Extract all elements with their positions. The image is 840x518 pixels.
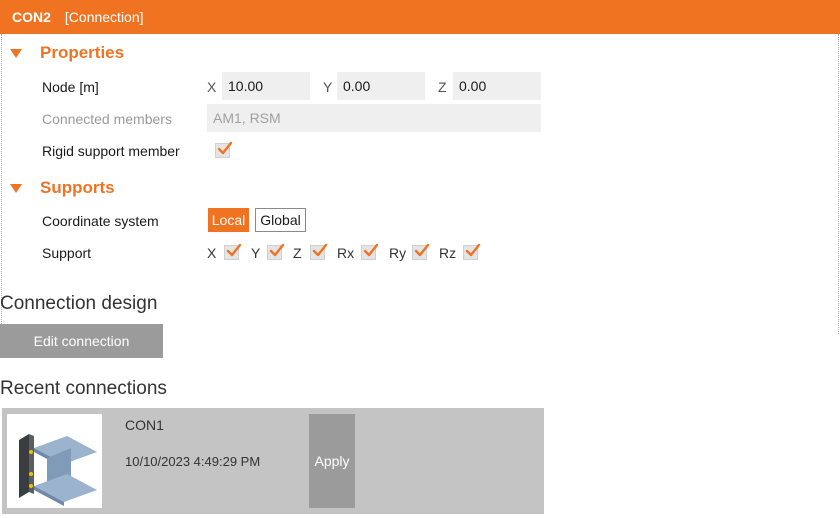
recent-connection-item[interactable]: CON1 10/10/2023 4:49:29 PM Apply [2,408,544,514]
rigid-support-label: Rigid support member [42,143,180,159]
connected-members-label: Connected members [42,111,172,127]
node-z-label: Z [438,79,447,95]
checkmark-icon [465,243,481,257]
node-x-label: X [207,79,217,95]
support-ry-checkbox[interactable] [412,243,430,260]
support-x-checkbox[interactable] [224,243,242,260]
support-y-label: Y [251,245,261,261]
recent-connection-date: 10/10/2023 4:49:29 PM [125,454,261,469]
node-y-label: Y [323,79,333,95]
checkmark-icon [414,243,430,257]
support-label: Support [42,245,92,261]
support-x-label: X [207,245,217,261]
checkmark-icon [312,243,328,257]
checkmark-icon [217,141,233,155]
apply-button[interactable]: Apply [309,414,355,508]
coordinate-system-label: Coordinate system [42,213,159,229]
connection-name: CON2 [12,9,51,25]
connection-type: [Connection] [64,9,144,25]
panel-left-border [1,34,2,328]
support-ry-label: Ry [389,245,407,261]
supports-section-header[interactable]: Supports [10,178,115,198]
checkmark-icon [226,243,242,257]
recent-connections-heading: Recent connections [0,378,167,399]
node-label: Node [m] [42,79,99,95]
checkmark-icon [269,243,285,257]
steel-joint-3d-icon [7,414,102,508]
node-y-input[interactable]: 0.00 [337,72,425,100]
support-z-checkbox[interactable] [310,243,328,260]
support-rz-checkbox[interactable] [463,243,481,260]
node-z-input[interactable]: 0.00 [453,72,541,100]
collapse-triangle-icon[interactable] [10,48,22,58]
recent-connection-name: CON1 [125,417,164,433]
support-y-checkbox[interactable] [267,243,285,260]
edit-connection-button[interactable]: Edit connection [0,324,163,358]
rigid-support-checkbox[interactable] [215,141,233,158]
support-rz-label: Rz [439,245,457,261]
supports-heading: Supports [40,178,115,197]
support-z-label: Z [293,245,302,261]
support-rx-checkbox[interactable] [361,243,379,260]
local-button[interactable]: Local [208,208,249,232]
node-x-input[interactable]: 10.00 [222,72,310,100]
global-button[interactable]: Global [255,208,306,232]
connection-design-heading: Connection design [0,293,158,314]
checkmark-icon [363,243,379,257]
connected-members-field: AM1, RSM [207,104,541,132]
window-title-bar: CON2 [Connection] [0,0,840,34]
properties-heading: Properties [40,43,125,62]
support-rx-label: Rx [337,245,355,261]
collapse-triangle-icon[interactable] [10,183,22,193]
panel-right-border [838,34,839,334]
properties-section-header[interactable]: Properties [10,43,124,63]
